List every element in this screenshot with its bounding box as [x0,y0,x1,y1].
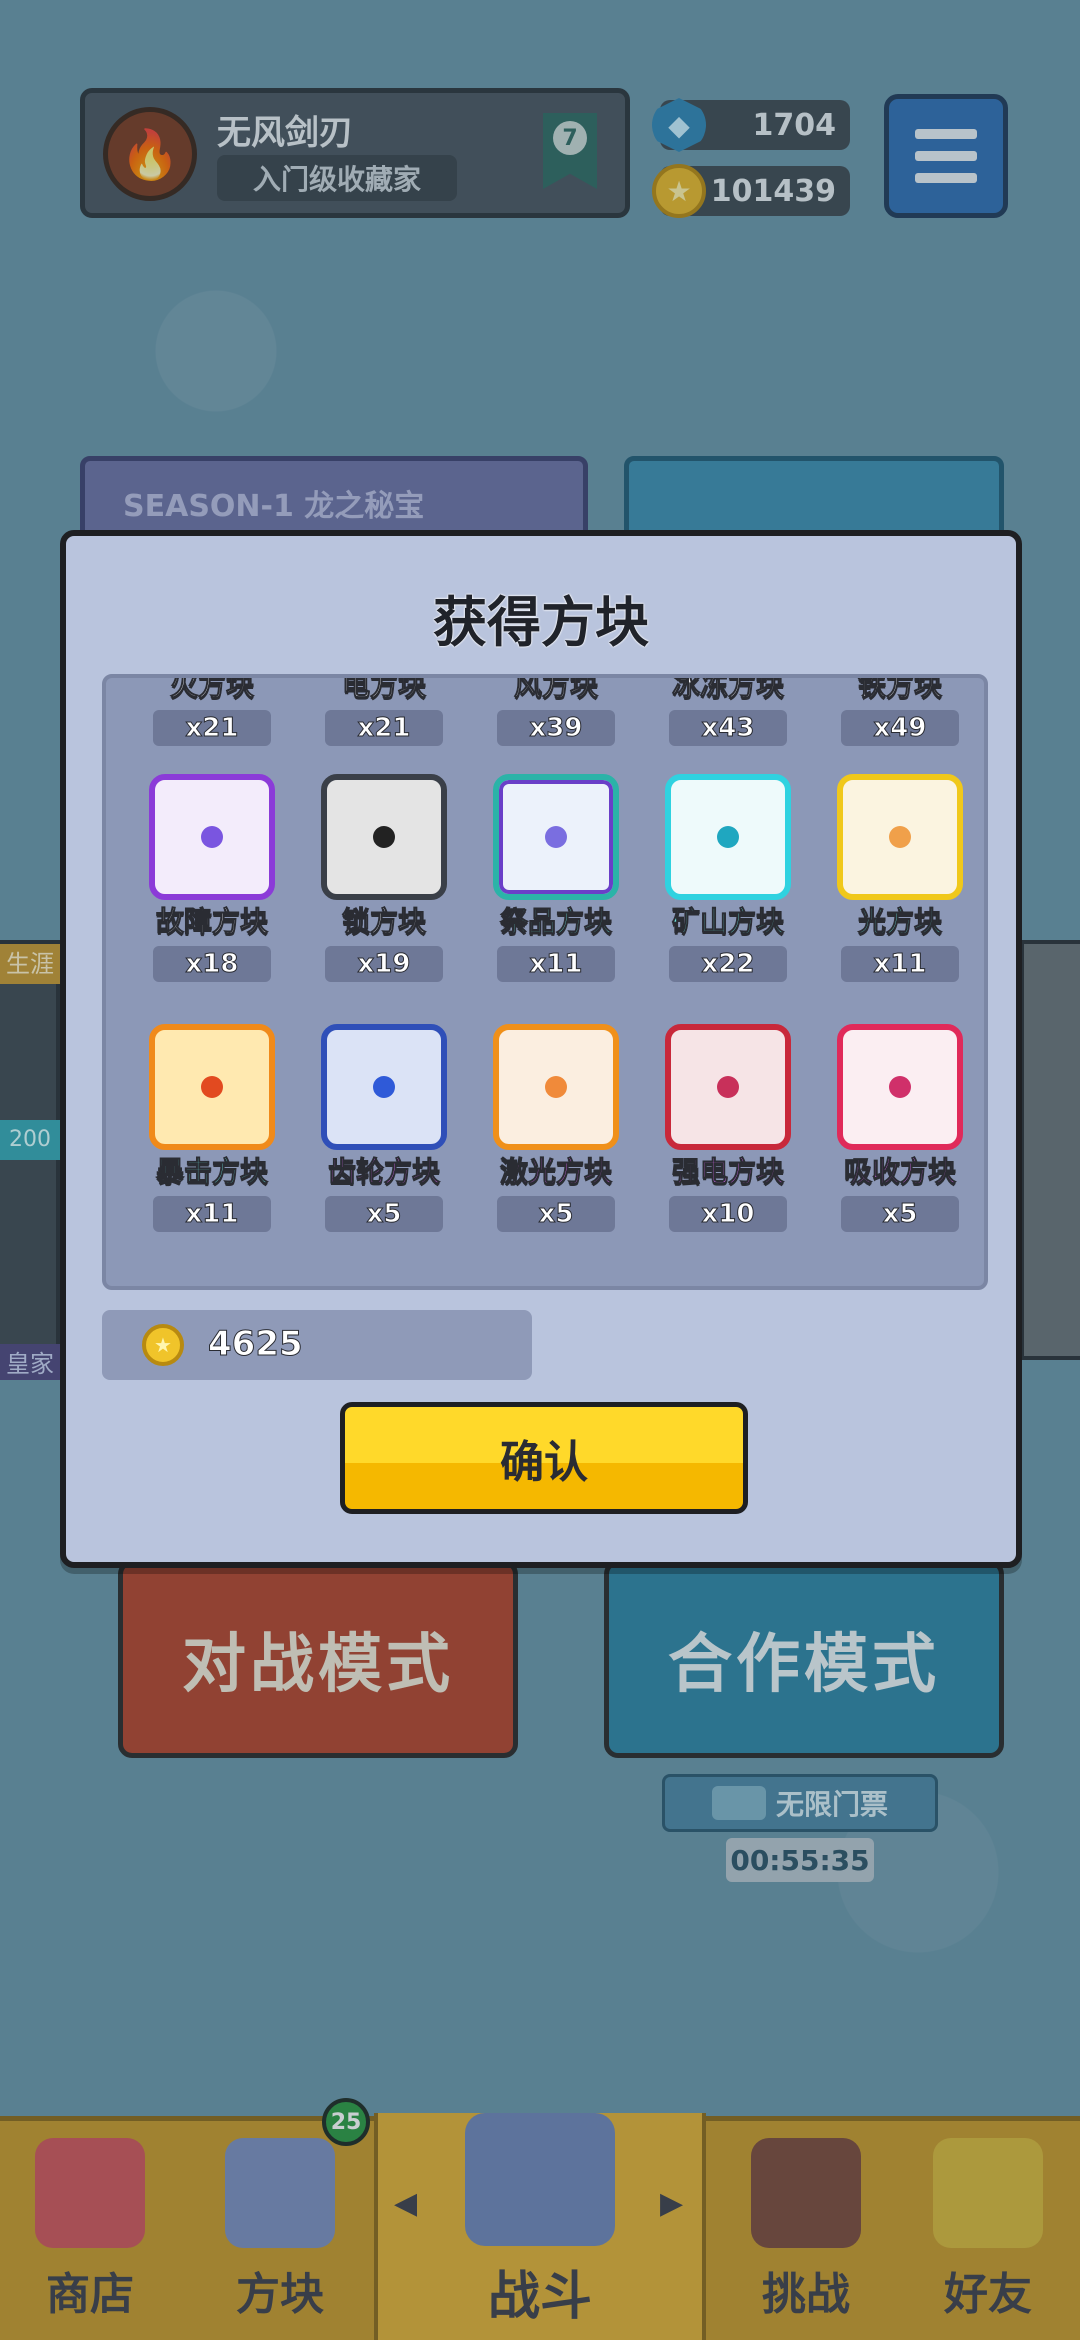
reward-item-count: x39 [497,710,615,746]
reward-item-label: 火方块 [169,674,254,703]
reward-item-count: x5 [325,1196,443,1232]
reward-item-lock[interactable]: 锁方块 x19 [314,774,454,982]
reward-item-laser[interactable]: 激光方块 x5 [486,1024,626,1232]
reward-item-label: 锁方块 [341,905,426,939]
reward-item-count: x49 [841,710,959,746]
reward-item-light[interactable]: 光方块 x11 [830,774,970,982]
reward-item-count: x43 [669,710,787,746]
glitch-dice-icon [149,774,275,900]
reward-item-label: 冰冻方块 [671,674,784,703]
reward-item-label: 暴击方块 [155,1155,268,1189]
reward-item-label: 风方块 [513,674,598,703]
reward-item-gear[interactable]: 齿轮方块 x5 [314,1024,454,1232]
reward-item-count: x11 [153,1196,271,1232]
reward-item-electric: 电方块 x21 [314,674,454,746]
gear-dice-icon [321,1024,447,1150]
reward-item-count: x10 [669,1196,787,1232]
reward-item-label: 矿山方块 [671,905,784,939]
reward-item-count: x18 [153,946,271,982]
reward-item-label: 吸收方块 [843,1155,956,1189]
reward-item-label: 激光方块 [499,1155,612,1189]
dialog-title: 获得方块 [433,591,649,654]
reward-item-count: x5 [841,1196,959,1232]
confirm-button[interactable]: 确认 [340,1402,748,1514]
reward-dialog: 获得方块 火方块 x21 电方块 x21 风方块 x39 冰冻方块 x43 铁方… [60,530,1022,1568]
reward-item-glitch[interactable]: 故障方块 x18 [142,774,282,982]
sacrifice-dice-icon [493,774,619,900]
lock-dice-icon [321,774,447,900]
reward-item-fire: 火方块 x21 [142,674,282,746]
strong-electric-dice-icon [665,1024,791,1150]
laser-dice-icon [493,1024,619,1150]
critical-dice-icon [149,1024,275,1150]
reward-item-count: x22 [669,946,787,982]
reward-grid[interactable]: 火方块 x21 电方块 x21 风方块 x39 冰冻方块 x43 铁方块 x49… [102,674,988,1290]
reward-item-label: 祭品方块 [499,905,612,939]
coin-icon: ★ [142,1324,184,1366]
reward-item-count: x11 [841,946,959,982]
reward-item-critical[interactable]: 暴击方块 x11 [142,1024,282,1232]
mine-dice-icon [665,774,791,900]
reward-item-iron: 铁方块 x49 [830,674,970,746]
reward-item-label: 强电方块 [671,1155,784,1189]
reward-item-label: 齿轮方块 [327,1155,440,1189]
reward-item-label: 铁方块 [857,674,942,703]
absorb-dice-icon [837,1024,963,1150]
gold-reward: ★ 4625 [102,1310,532,1380]
reward-item-label: 故障方块 [155,905,268,939]
reward-item-mine[interactable]: 矿山方块 x22 [658,774,798,982]
reward-item-sacrifice[interactable]: 祭品方块 x11 [486,774,626,982]
reward-item-count: x21 [325,710,443,746]
reward-item-count: x21 [153,710,271,746]
reward-item-label: 光方块 [857,905,942,939]
reward-item-count: x11 [497,946,615,982]
reward-item-count: x19 [325,946,443,982]
reward-item-strong-electric[interactable]: 强电方块 x10 [658,1024,798,1232]
reward-item-count: x5 [497,1196,615,1232]
reward-item-wind: 风方块 x39 [486,674,626,746]
gold-reward-value: 4625 [208,1324,304,1365]
reward-item-absorb[interactable]: 吸收方块 x5 [830,1024,970,1232]
light-dice-icon [837,774,963,900]
reward-item-ice: 冰冻方块 x43 [658,674,798,746]
reward-item-label: 电方块 [341,674,426,703]
